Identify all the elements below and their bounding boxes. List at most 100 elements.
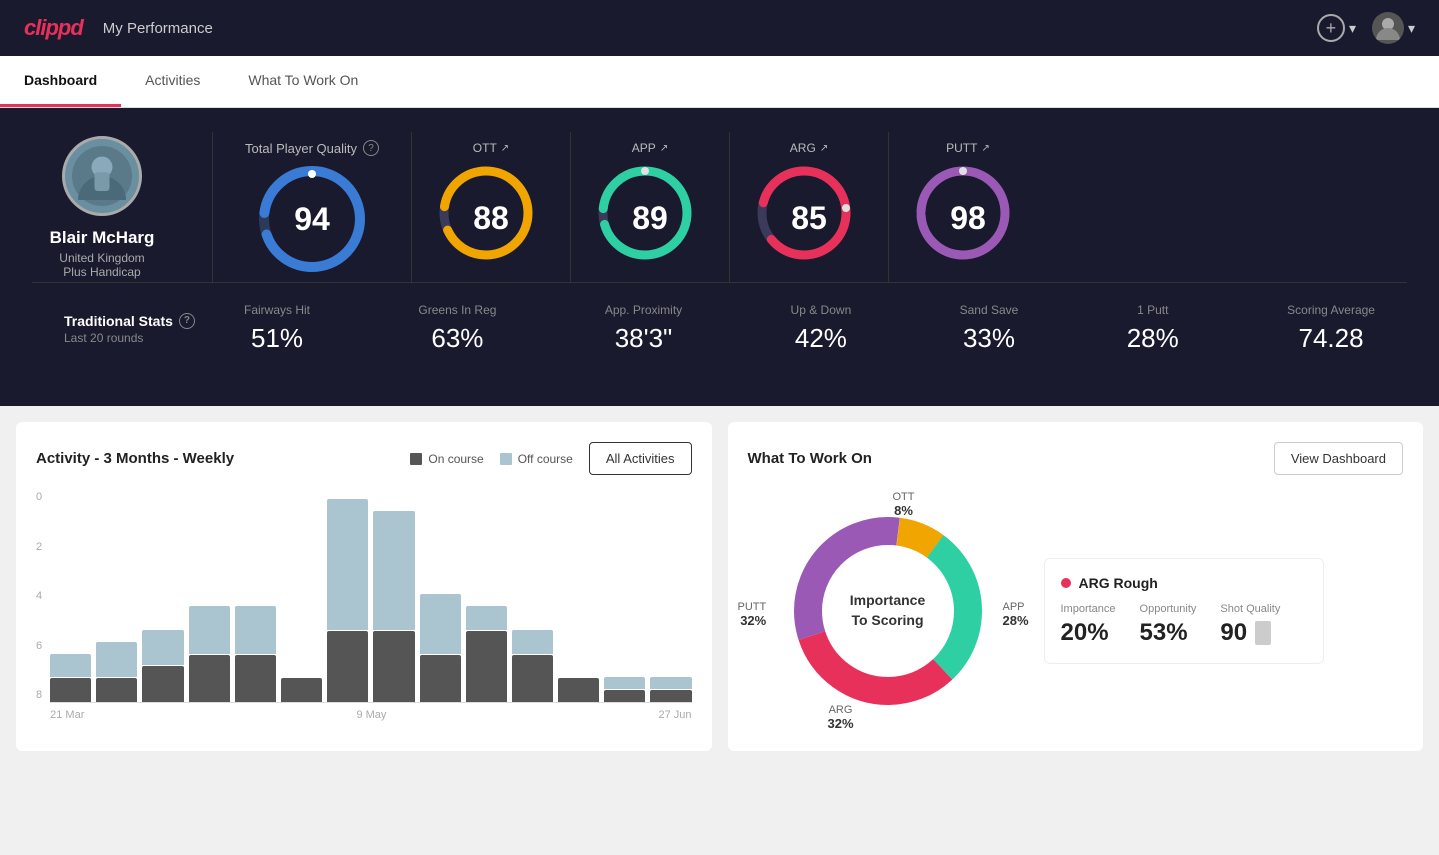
hero-top: Blair McHarg United Kingdom Plus Handica… [32, 132, 1407, 282]
tab-activities[interactable]: Activities [121, 56, 224, 107]
bar-oncourse [558, 678, 599, 702]
bar-group [466, 606, 507, 702]
putt-label: PUTT ↗ [946, 141, 990, 155]
tpq-label: Total Player Quality ? [245, 140, 379, 156]
chart-y-axis: 8 6 4 2 0 [36, 491, 50, 721]
trad-stat-item: 1 Putt 28% [1127, 303, 1179, 354]
donut-label-putt: PUTT 32% [738, 601, 767, 628]
legend-oncourse: On course [410, 452, 483, 466]
bar-offcourse [650, 677, 691, 689]
hero-section: Blair McHarg United Kingdom Plus Handica… [0, 108, 1439, 406]
activity-panel-header: Activity - 3 Months - Weekly On course O… [36, 442, 692, 475]
shot-quality-bar [1255, 621, 1271, 645]
what-panel-title: What To Work On [748, 450, 872, 467]
profile-handicap: Plus Handicap [63, 265, 140, 279]
bar-oncourse [50, 678, 91, 702]
trad-stat-item: Scoring Average 74.28 [1287, 303, 1375, 354]
bar-oncourse [604, 690, 645, 702]
arg-score: 85 [791, 200, 827, 237]
chart-x-labels: 21 Mar 9 May 27 Jun [50, 703, 691, 721]
arg-arrow-icon: ↗ [820, 143, 828, 154]
info-card-header: ARG Rough [1061, 575, 1307, 591]
putt-score: 98 [950, 200, 986, 237]
bar-oncourse [142, 666, 183, 702]
header: clippd My Performance + ▾ ▾ [0, 0, 1439, 56]
app-arrow-icon: ↗ [660, 143, 668, 154]
bar-offcourse [373, 511, 414, 630]
bar-offcourse [96, 642, 137, 678]
bar-offcourse [466, 606, 507, 630]
trad-stats-label: Traditional Stats ? [64, 313, 204, 329]
chart-legend: On course Off course [410, 452, 573, 466]
offcourse-dot [500, 453, 512, 465]
bar-offcourse [420, 594, 461, 653]
ott-label: OTT ↗ [473, 141, 509, 155]
metrics-section: Total Player Quality ? 94 OTT ↗ [212, 132, 1407, 282]
tab-what-to-work-on[interactable]: What To Work On [224, 56, 382, 107]
help-icon[interactable]: ? [363, 140, 379, 156]
bottom-panels: Activity - 3 Months - Weekly On course O… [0, 406, 1439, 767]
donut-label-ott: OTT 8% [893, 491, 915, 518]
app-score: 89 [632, 200, 668, 237]
putt-card: PUTT ↗ 98 [888, 132, 1047, 282]
trad-stats-sublabel: Last 20 rounds [64, 331, 204, 345]
bar-offcourse [512, 630, 553, 654]
header-left: clippd My Performance [24, 15, 213, 41]
bar-oncourse [189, 655, 230, 703]
bar-group [281, 678, 322, 702]
trad-stat-item: Greens In Reg 63% [418, 303, 496, 354]
app-ring: 89 [595, 163, 705, 273]
arg-label: ARG ↗ [790, 141, 828, 155]
bar-oncourse [327, 631, 368, 702]
bar-group [512, 630, 553, 702]
bar-oncourse [281, 678, 322, 702]
bar-group [420, 594, 461, 702]
profile-section: Blair McHarg United Kingdom Plus Handica… [32, 132, 212, 282]
ott-ring: 88 [436, 163, 546, 273]
bar-offcourse [50, 654, 91, 678]
donut-center-text: ImportanceTo Scoring [850, 591, 925, 630]
bar-group [96, 642, 137, 702]
bar-oncourse [650, 690, 691, 702]
arg-ring: 85 [754, 163, 864, 273]
trad-help-icon[interactable]: ? [179, 313, 195, 329]
bar-offcourse [189, 606, 230, 654]
putt-arrow-icon: ↗ [981, 143, 989, 154]
profile-button[interactable]: ▾ [1372, 12, 1415, 44]
stat-items: Fairways Hit 51% Greens In Reg 63% App. … [244, 303, 1375, 354]
importance-metric: Importance 20% [1061, 603, 1116, 647]
ott-arrow-icon: ↗ [501, 143, 509, 154]
oncourse-dot [410, 453, 422, 465]
legend-offcourse: Off course [500, 452, 573, 466]
opportunity-value: 53% [1140, 619, 1197, 647]
donut-label-app: APP 28% [1003, 601, 1029, 628]
importance-value: 20% [1061, 619, 1116, 647]
arg-rough-card: ARG Rough Importance 20% Opportunity 53%… [1044, 558, 1324, 664]
chart-bars [50, 491, 691, 703]
profile-chevron-icon: ▾ [1408, 20, 1415, 37]
info-card-metrics: Importance 20% Opportunity 53% Shot Qual… [1061, 603, 1307, 647]
profile-country: United Kingdom [59, 251, 144, 265]
all-activities-button[interactable]: All Activities [589, 442, 692, 475]
bar-oncourse [235, 655, 276, 703]
putt-ring: 98 [913, 163, 1023, 273]
bar-group [604, 677, 645, 702]
trad-stat-item: Sand Save 33% [960, 303, 1019, 354]
bar-group [189, 606, 230, 702]
app-label: APP ↗ [632, 141, 668, 155]
add-button[interactable]: + ▾ [1317, 14, 1356, 42]
chart-inner: 21 Mar 9 May 27 Jun [50, 491, 691, 721]
arg-card: ARG ↗ 85 [729, 132, 888, 282]
chevron-icon: ▾ [1349, 20, 1356, 37]
bar-offcourse [235, 606, 276, 654]
bar-oncourse [420, 655, 461, 703]
donut-area: ImportanceTo Scoring OTT 8% APP 28% ARG … [748, 491, 1404, 731]
ott-card: OTT ↗ 88 [411, 132, 570, 282]
bar-oncourse [373, 631, 414, 702]
shot-quality-metric: Shot Quality 90 [1220, 603, 1280, 647]
plus-icon: + [1317, 14, 1345, 42]
view-dashboard-button[interactable]: View Dashboard [1274, 442, 1403, 475]
tab-dashboard[interactable]: Dashboard [0, 56, 121, 107]
bar-group [235, 606, 276, 702]
bar-oncourse [512, 655, 553, 703]
